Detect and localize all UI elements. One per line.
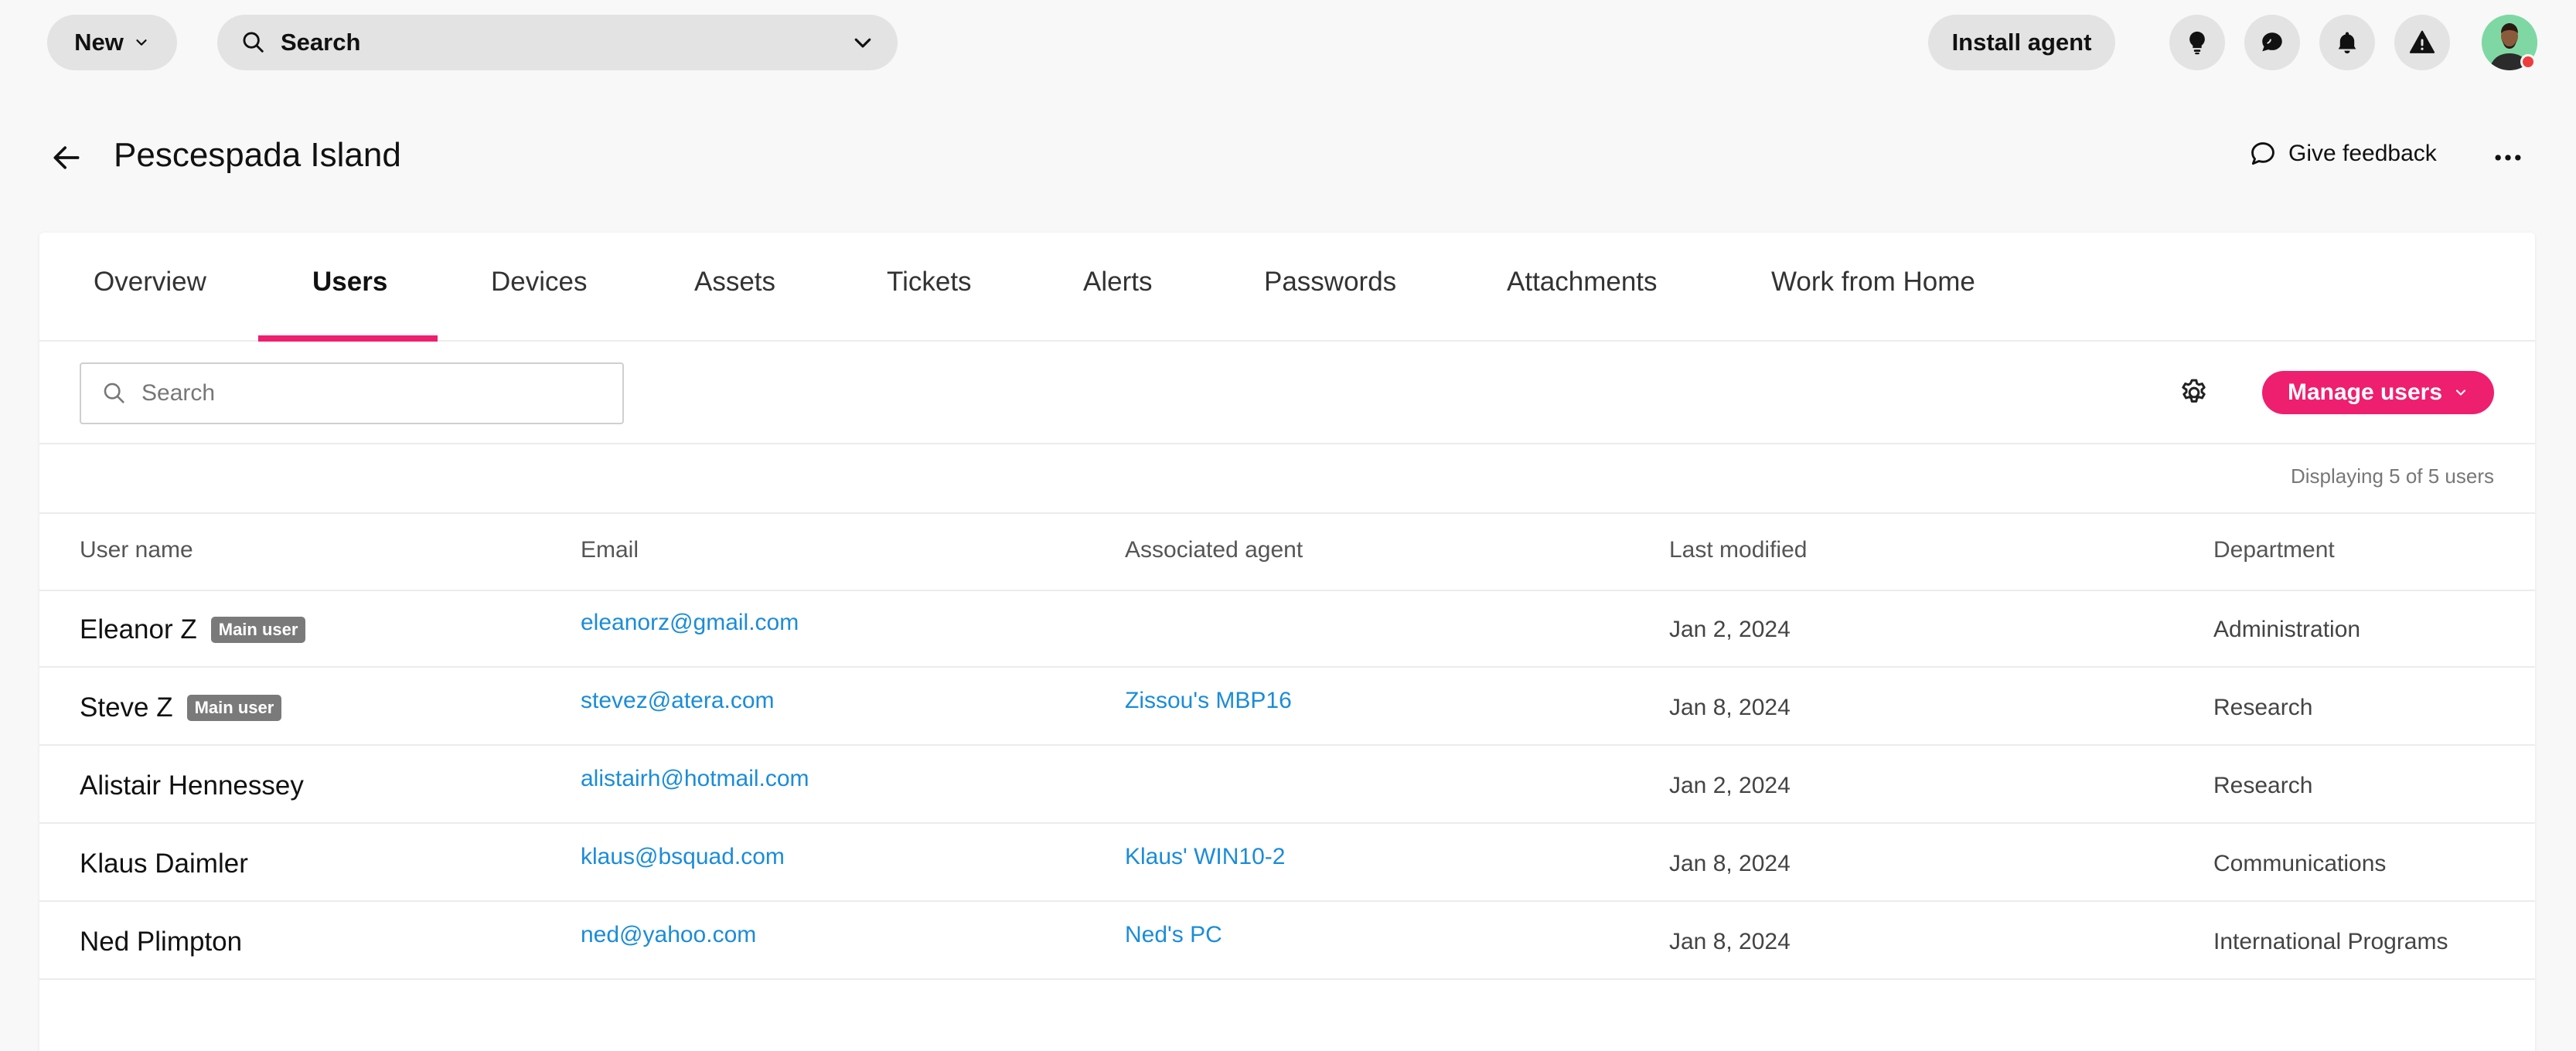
last-modified: Jan 8, 2024 — [1669, 928, 1791, 954]
table-row[interactable]: Steve Z Main user stevez@atera.com Zisso… — [39, 669, 2535, 746]
warning-icon — [2409, 30, 2435, 53]
divider — [39, 512, 2535, 514]
department: Research — [2213, 694, 2313, 720]
lightbulb-button[interactable] — [2169, 15, 2225, 70]
back-arrow-icon[interactable] — [49, 141, 83, 175]
column-header-associated-agent[interactable]: Associated agent — [1125, 537, 1303, 563]
user-name[interactable]: Klaus Daimler — [80, 849, 248, 879]
tab-tickets[interactable]: Tickets — [887, 267, 972, 298]
give-feedback-label: Give feedback — [2288, 141, 2437, 166]
active-tab-indicator — [258, 335, 438, 342]
search-icon — [104, 383, 124, 403]
lightbulb-icon — [2189, 31, 2205, 55]
manage-users-button[interactable]: Manage users — [2262, 371, 2494, 414]
department: International Programs — [2213, 928, 2448, 954]
main-user-badge: Main user — [186, 694, 282, 721]
table-row[interactable]: Ned Plimpton ned@yahoo.com Ned's PC Jan … — [39, 903, 2535, 980]
department: Administration — [2213, 616, 2361, 642]
chevron-down-icon — [136, 39, 147, 46]
status-dot — [2520, 54, 2536, 70]
tab-overview[interactable]: Overview — [94, 267, 206, 298]
user-name[interactable]: Eleanor Z — [80, 614, 197, 645]
display-count: Displaying 5 of 5 users — [2290, 464, 2494, 488]
more-options-icon[interactable] — [2491, 141, 2525, 175]
user-name-cell: Eleanor Z Main user — [80, 591, 306, 668]
column-header-department[interactable]: Department — [2213, 537, 2335, 563]
tab-alerts[interactable]: Alerts — [1083, 267, 1152, 298]
agent-link[interactable]: Zissou's MBP16 — [1125, 688, 1292, 714]
last-modified: Jan 2, 2024 — [1669, 772, 1791, 798]
department: Communications — [2213, 850, 2387, 876]
search-placeholder: Search — [141, 380, 216, 406]
tab-devices[interactable]: Devices — [491, 267, 587, 298]
speech-bubble-icon — [2251, 142, 2274, 165]
user-name[interactable]: Alistair Hennessey — [80, 770, 304, 801]
top-bar: New Search Install agent — [0, 0, 2576, 83]
install-agent-button[interactable]: Install agent — [1928, 15, 2115, 70]
page-title: Pescespada Island — [114, 136, 401, 174]
main-user-badge: Main user — [210, 616, 306, 643]
column-header-email[interactable]: Email — [581, 537, 639, 563]
table-row[interactable]: Eleanor Z Main user eleanorz@gmail.com J… — [39, 591, 2535, 668]
email-link[interactable]: stevez@atera.com — [581, 688, 775, 714]
search-icon — [243, 32, 264, 53]
user-name-cell: Klaus Daimler — [80, 825, 248, 902]
tab-passwords[interactable]: Passwords — [1264, 267, 1396, 298]
department: Research — [2213, 772, 2313, 798]
manage-users-label: Manage users — [2287, 379, 2443, 405]
user-name[interactable]: Ned Plimpton — [80, 927, 242, 957]
tab-users[interactable]: Users — [312, 267, 387, 298]
global-search[interactable]: Search — [217, 15, 898, 70]
user-name-cell: Alistair Hennessey — [80, 747, 304, 824]
agent-link[interactable]: Ned's PC — [1125, 922, 1222, 948]
chat-icon — [2262, 32, 2282, 52]
tab-attachments[interactable]: Attachments — [1507, 267, 1658, 298]
column-header-last-modified[interactable]: Last modified — [1669, 537, 1807, 563]
user-search-input[interactable]: Search — [80, 362, 624, 424]
email-link[interactable]: ned@yahoo.com — [581, 922, 756, 948]
gear-icon[interactable] — [2179, 377, 2210, 408]
give-feedback-button[interactable]: Give feedback — [2248, 139, 2437, 168]
chat-button[interactable] — [2244, 15, 2300, 70]
email-link[interactable]: eleanorz@gmail.com — [581, 610, 799, 636]
last-modified: Jan 8, 2024 — [1669, 694, 1791, 720]
new-button[interactable]: New — [47, 15, 177, 70]
tab-assets[interactable]: Assets — [694, 267, 775, 298]
users-card: Overview Users Devices Assets Tickets Al… — [39, 233, 2535, 1051]
last-modified: Jan 2, 2024 — [1669, 616, 1791, 642]
global-search-label: Search — [281, 29, 361, 56]
last-modified: Jan 8, 2024 — [1669, 850, 1791, 876]
alerts-button[interactable] — [2394, 15, 2450, 70]
agent-link[interactable]: Klaus' WIN10-2 — [1125, 844, 1285, 870]
bell-icon — [2338, 32, 2356, 54]
table-row[interactable]: Alistair Hennessey alistairh@hotmail.com… — [39, 747, 2535, 824]
user-name-cell: Steve Z Main user — [80, 669, 282, 746]
install-agent-label: Install agent — [1951, 29, 2092, 56]
table-toolbar: Search Manage users — [39, 342, 2535, 444]
tab-bar: Overview Users Devices Assets Tickets Al… — [39, 233, 2535, 342]
chevron-down-icon — [2456, 389, 2466, 396]
table-row[interactable]: Klaus Daimler klaus@bsquad.com Klaus' WI… — [39, 825, 2535, 902]
notifications-button[interactable] — [2319, 15, 2375, 70]
chevron-down-icon[interactable] — [851, 31, 874, 54]
email-link[interactable]: klaus@bsquad.com — [581, 844, 785, 870]
new-label: New — [74, 29, 124, 56]
email-link[interactable]: alistairh@hotmail.com — [581, 766, 809, 792]
column-header-user-name[interactable]: User name — [80, 537, 193, 563]
tab-work-from-home[interactable]: Work from Home — [1771, 267, 1975, 298]
user-name[interactable]: Steve Z — [80, 692, 173, 723]
user-name-cell: Ned Plimpton — [80, 903, 242, 980]
